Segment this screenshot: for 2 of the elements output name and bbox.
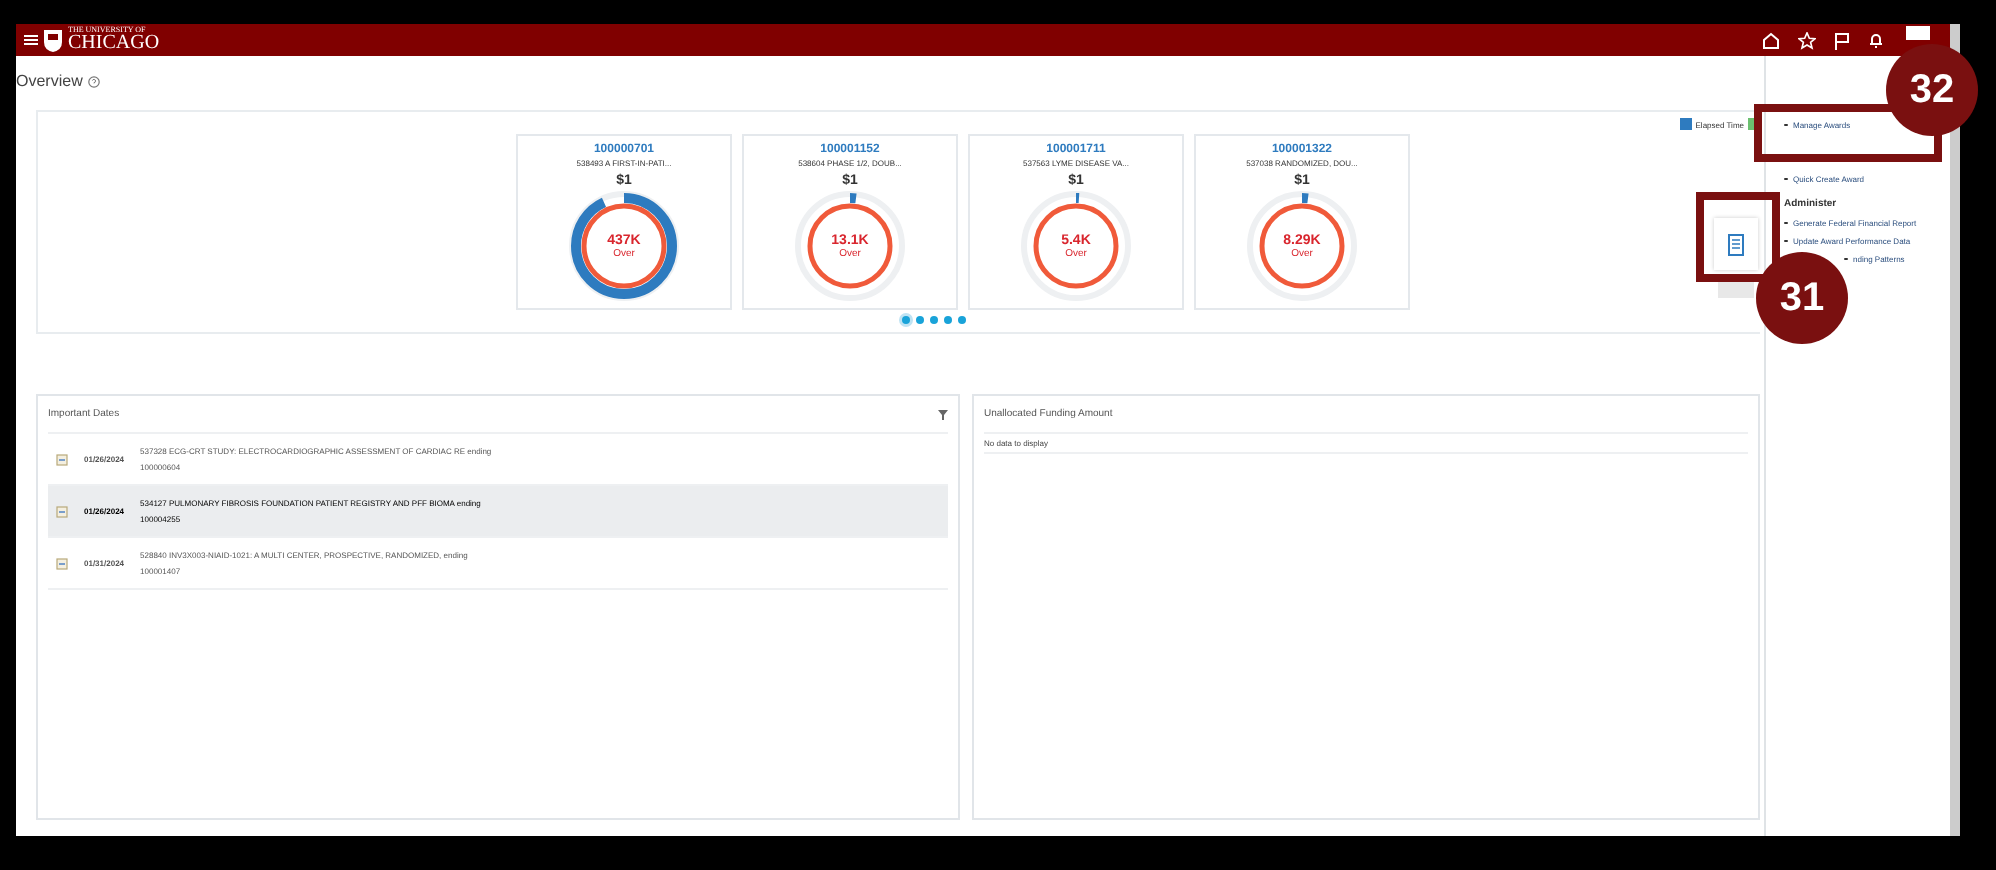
logo-wordmark: CHICAGO <box>68 34 160 54</box>
page-title: Overview <box>16 72 83 90</box>
